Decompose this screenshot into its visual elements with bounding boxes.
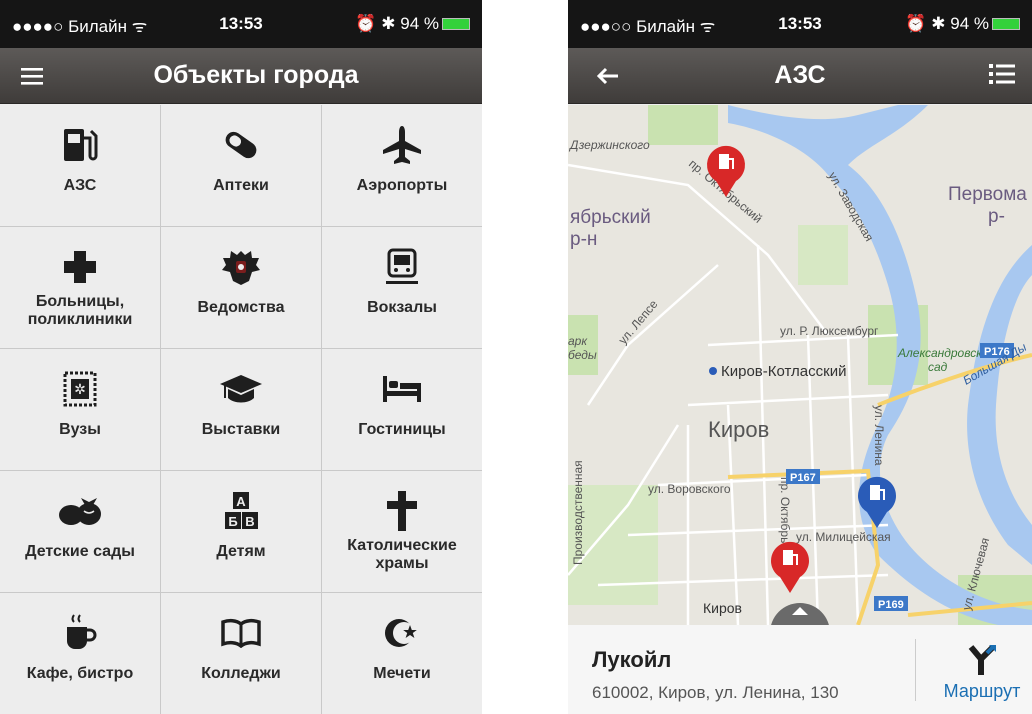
category-pharmacies[interactable]: Аптеки — [161, 105, 321, 226]
battery-icon — [442, 18, 470, 30]
category-mosques[interactable]: Мечети — [322, 593, 482, 714]
map-canvas[interactable]: Дзержинского ябрьский р-н пр. Октябрьский… — [568, 105, 1032, 625]
category-label: Вузы — [59, 421, 101, 438]
status-right: ⏰ ✱ 94 % — [355, 14, 470, 34]
category-airports[interactable]: Аэропорты — [322, 105, 482, 226]
road-shield-label: Р167 — [790, 472, 816, 484]
map-label-station: Киров-Котласский — [721, 363, 846, 380]
park-area — [798, 225, 848, 285]
route-icon — [968, 644, 996, 675]
pill-icon — [225, 131, 257, 159]
fuel-stations-map-screen: ●●●○○ Билайн ᯤ 13:53 ⏰ ✱ 94 % АЗС Дзержи… — [568, 0, 1032, 714]
block-letter-a: А — [236, 494, 246, 509]
abc-blocks-icon: АБ В — [225, 492, 258, 529]
category-label: Гостиницы — [358, 421, 446, 438]
category-children[interactable]: АБВ Детям — [161, 471, 321, 592]
list-view-button[interactable] — [980, 56, 1024, 96]
battery-label: ⏰ ✱ 94 % — [905, 14, 989, 33]
category-label: Кафе, бистро — [26, 665, 134, 682]
category-exhibitions[interactable]: Выставки — [161, 349, 321, 470]
category-label: Католические храмы — [347, 537, 457, 572]
category-catholic-churches[interactable]: Католические храмы — [322, 471, 482, 592]
place-details[interactable]: Лукойл 610002, Киров, ул. Ленина, 130 Ма… — [568, 625, 1032, 714]
crescent-star-icon — [385, 619, 417, 647]
details-toggle[interactable] — [770, 603, 830, 625]
map-label-city: Киров — [708, 417, 769, 442]
status-bar: ●●●●○ Билайн ᯤ 13:53 ⏰ ✱ 94 % — [0, 0, 482, 48]
train-icon — [386, 248, 418, 284]
category-grid: АЗС Аптеки Аэропорты Больницы, поликлини… — [0, 105, 482, 714]
map-label-district: Первома р- — [948, 184, 1027, 227]
emblem-icon — [222, 251, 260, 285]
graduation-cap-icon — [220, 375, 262, 403]
cross-icon — [387, 491, 417, 531]
map-label-city: Киров — [703, 600, 742, 616]
route-label: Маршрут — [943, 681, 1021, 701]
category-universities[interactable]: ✲ Вузы — [0, 349, 160, 470]
map-label-street: ул. Р. Люксембург — [780, 324, 879, 338]
list-icon — [989, 64, 1015, 84]
battery-label: ⏰ ✱ 94 % — [355, 14, 439, 33]
fuel-icon — [64, 129, 98, 161]
park-area — [648, 105, 718, 145]
block-letter-v: В — [245, 514, 254, 529]
route-button[interactable]: Маршрут — [932, 639, 1032, 709]
category-hospitals[interactable]: Больницы, поликлиники — [0, 227, 160, 348]
bed-icon — [383, 376, 421, 402]
category-label: Детям — [216, 543, 266, 560]
fuel-marker-selected[interactable] — [771, 541, 809, 593]
book-icon — [221, 618, 261, 648]
navigation-bar: АЗС — [568, 48, 1032, 104]
road-shield-label: Р169 — [878, 599, 904, 611]
divider — [915, 639, 916, 701]
category-label: Аптеки — [213, 177, 269, 194]
navigation-bar: Объекты города — [0, 48, 482, 104]
map-label-street: ул. Воровского — [648, 482, 731, 496]
category-hotels[interactable]: Гостиницы — [322, 349, 482, 470]
place-name: Лукойл — [592, 647, 672, 672]
map-label-street: Дзержинского — [568, 138, 650, 152]
category-label: Колледжи — [201, 665, 281, 682]
bow-icon — [59, 498, 101, 525]
medical-cross-icon — [64, 251, 96, 283]
status-right: ⏰ ✱ 94 % — [905, 14, 1020, 34]
page-title: АЗС — [774, 61, 826, 89]
river — [967, 245, 1032, 565]
block-letter-b: Б — [228, 514, 237, 529]
category-colleges[interactable]: Колледжи — [161, 593, 321, 714]
map-label-street: ул. Милицейская — [796, 530, 891, 544]
category-fuel[interactable]: АЗС — [0, 105, 160, 226]
status-bar: ●●●○○ Билайн ᯤ 13:53 ⏰ ✱ 94 % — [568, 0, 1032, 48]
svg-text:✲: ✲ — [74, 382, 86, 398]
city-objects-screen: ●●●●○ Билайн ᯤ 13:53 ⏰ ✱ 94 % Объекты го… — [0, 0, 482, 714]
station-marker — [709, 367, 717, 375]
category-label: Детские сады — [25, 543, 135, 560]
category-cafes[interactable]: Кафе, бистро — [0, 593, 160, 714]
place-address: 610002, Киров, ул. Ленина, 130 — [592, 683, 839, 702]
category-label: Мечети — [373, 665, 431, 682]
coffee-icon — [67, 614, 97, 649]
category-label: Ведомства — [197, 299, 285, 316]
category-agencies[interactable]: Ведомства — [161, 227, 321, 348]
category-kindergartens[interactable]: Детские сады — [0, 471, 160, 592]
diploma-icon: ✲ — [63, 371, 97, 407]
map-label-street: ул. Ленина — [872, 405, 886, 466]
battery-icon — [992, 18, 1020, 30]
map-label-district: ябрьский р-н — [570, 207, 651, 250]
category-label: Выставки — [201, 421, 281, 438]
category-label: Аэропорты — [356, 177, 448, 194]
map-label-street: Производственная — [571, 460, 585, 565]
category-label: Вокзалы — [367, 299, 437, 316]
category-stations[interactable]: Вокзалы — [322, 227, 482, 348]
page-title: Объекты города — [153, 61, 359, 89]
map-view[interactable]: Дзержинского ябрьский р-н пр. Октябрьский… — [568, 105, 1032, 625]
category-label: Больницы, поликлиники — [27, 293, 133, 328]
airplane-icon — [383, 126, 421, 164]
category-label: АЗС — [63, 177, 97, 194]
